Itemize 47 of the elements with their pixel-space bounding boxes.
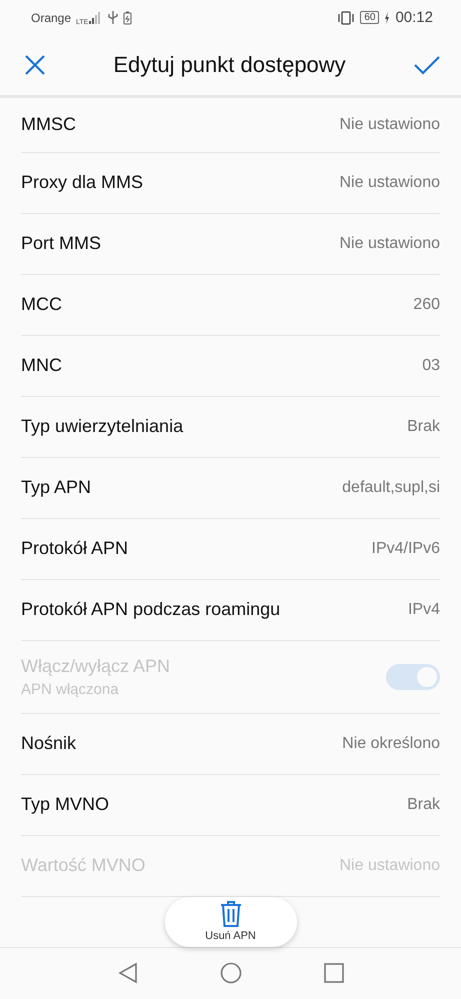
confirm-button[interactable] bbox=[411, 53, 443, 78]
setting-label: MNC bbox=[21, 355, 62, 376]
setting-label: Protokół APN bbox=[21, 538, 128, 560]
setting-label: Typ uwierzytelniania bbox=[21, 416, 184, 438]
setting-row[interactable]: Nośnik Nie określono bbox=[21, 714, 440, 775]
setting-value: 260 bbox=[413, 296, 440, 314]
setting-row[interactable]: MNC 03 bbox=[21, 336, 440, 397]
charging-icon bbox=[384, 12, 390, 24]
setting-value: Brak bbox=[407, 418, 440, 436]
setting-value: Nie określono bbox=[342, 734, 440, 753]
battery-level: 60 bbox=[360, 11, 380, 24]
setting-value: IPv4/IPv6 bbox=[372, 540, 440, 558]
carrier-name: Orange bbox=[31, 10, 72, 25]
setting-label: MCC bbox=[21, 294, 62, 316]
setting-label: Nośnik bbox=[21, 733, 76, 754]
clock: 00:12 bbox=[395, 9, 433, 26]
setting-value: Brak bbox=[407, 796, 440, 814]
screen-title: Edytuj punkt dostępowy bbox=[113, 52, 346, 78]
setting-row[interactable]: MCC 260 bbox=[21, 274, 440, 336]
home-icon[interactable] bbox=[220, 962, 242, 984]
setting-value: Nie ustawiono bbox=[340, 116, 440, 134]
setting-row[interactable]: Typ APN default,supl,si bbox=[21, 458, 440, 519]
setting-label: Typ APN bbox=[21, 477, 92, 498]
setting-label: Port MMS bbox=[21, 233, 102, 254]
delete-button[interactable]: Usuń APN bbox=[164, 896, 296, 947]
setting-row[interactable]: Typ uwierzytelniania Brak bbox=[21, 396, 440, 458]
setting-label: Proxy dla MMS bbox=[21, 172, 144, 194]
battery-small-icon bbox=[123, 10, 132, 25]
usb-icon bbox=[108, 11, 118, 24]
recents-icon[interactable] bbox=[324, 963, 344, 984]
setting-row[interactable]: Protokół APN podczas roamingu IPv4 bbox=[21, 580, 440, 641]
back-icon[interactable] bbox=[118, 962, 138, 984]
setting-value: Nie ustawiono bbox=[340, 234, 440, 253]
setting-value: IPv4 bbox=[408, 600, 440, 619]
setting-row[interactable]: Port MMS Nie ustawiono bbox=[21, 214, 440, 275]
setting-value: 03 bbox=[422, 356, 440, 375]
setting-value: Nie ustawiono bbox=[340, 174, 440, 192]
setting-label: Protokół APN podczas roamingu bbox=[21, 599, 280, 620]
setting-row[interactable]: Typ MVNO Brak bbox=[21, 774, 440, 836]
setting-value: default,supl,si bbox=[342, 478, 440, 497]
setting-row[interactable]: MMSC Nie ustawiono bbox=[21, 98, 440, 153]
setting-label: MMSC bbox=[21, 114, 76, 136]
vibrate-icon bbox=[337, 10, 356, 25]
setting-row[interactable]: Proxy dla MMS Nie ustawiono bbox=[21, 152, 440, 214]
setting-label: Typ MVNO bbox=[21, 794, 110, 816]
trash-icon bbox=[220, 901, 242, 928]
setting-row[interactable]: Protokół APN IPv4/IPv6 bbox=[21, 518, 440, 580]
